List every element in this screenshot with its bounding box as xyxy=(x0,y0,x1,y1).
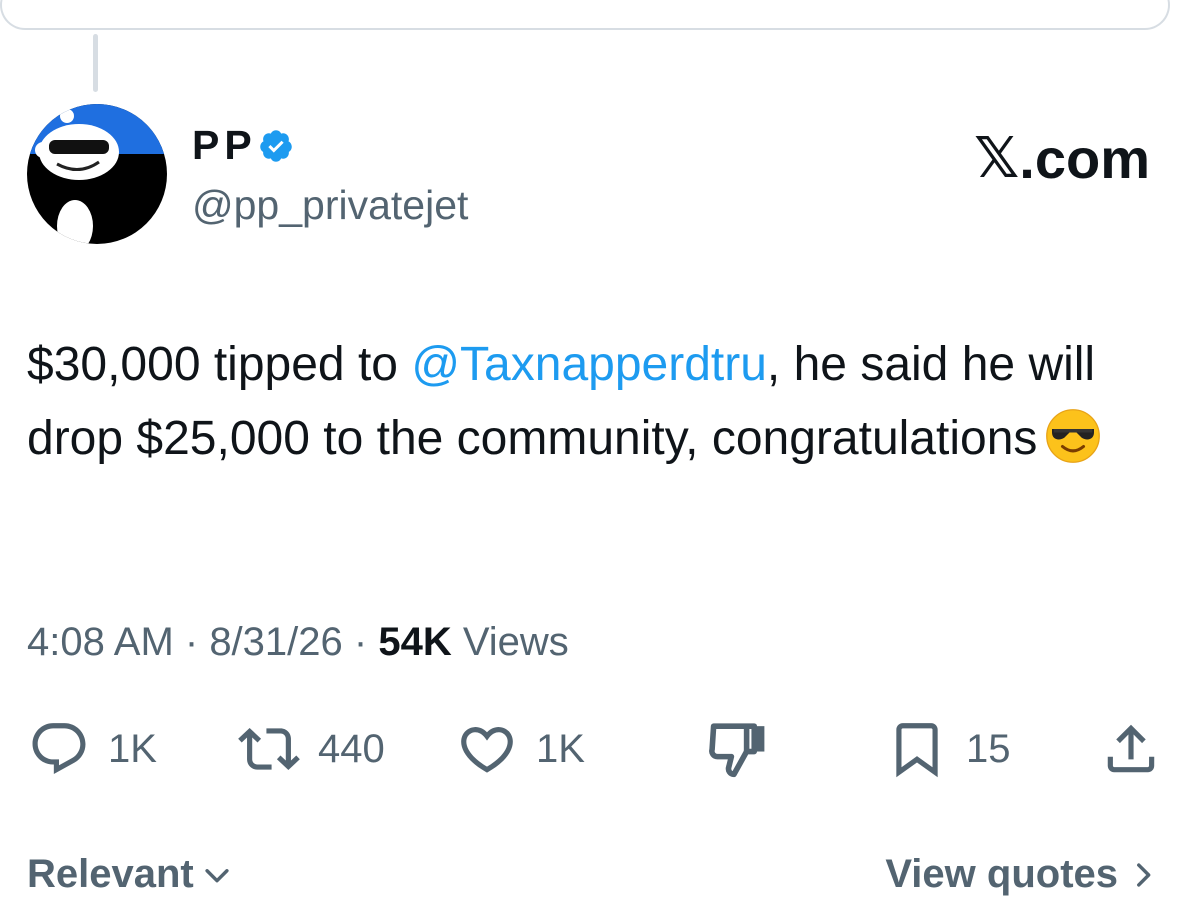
thread-connector-line xyxy=(93,34,98,92)
site-logo-suffix: .com xyxy=(1019,127,1150,190)
speech-bubble-icon xyxy=(32,723,86,775)
like-button[interactable]: 1K xyxy=(456,718,585,780)
mention-link[interactable]: @Taxnapperdtru xyxy=(411,338,767,391)
verified-badge-icon xyxy=(259,129,292,162)
meta-separator: · xyxy=(342,620,379,664)
tweet-text-part-1: $30,000 tipped to xyxy=(27,338,412,391)
sort-dropdown[interactable]: Relevant xyxy=(27,852,234,897)
chevron-right-icon xyxy=(1137,862,1151,887)
avatar-mascot-image xyxy=(27,104,167,244)
thumbs-down-icon xyxy=(709,723,765,778)
heart-icon xyxy=(461,727,513,773)
x-logo-icon: 𝕏 xyxy=(974,126,1020,191)
meta-separator: · xyxy=(173,620,210,664)
site-logo: 𝕏 .com xyxy=(974,126,1150,191)
view-quotes-label: View quotes xyxy=(885,852,1118,896)
dislike-button[interactable] xyxy=(706,718,772,780)
tweet-meta: 4:08 AM · 8/31/26 · 54K Views xyxy=(27,620,569,665)
repost-arrows-icon xyxy=(238,728,300,770)
repost-button[interactable]: 440 xyxy=(238,718,385,780)
tweet-date[interactable]: 8/31/26 xyxy=(209,620,342,665)
bookmark-button[interactable]: 15 xyxy=(886,718,1011,780)
views-count: 54K xyxy=(378,620,452,664)
tweet-text: $30,000 tipped to @Taxnapperdtru, he sai… xyxy=(27,328,1177,476)
like-count: 1K xyxy=(536,726,585,771)
bookmark-icon xyxy=(896,723,938,778)
display-name[interactable]: PP xyxy=(192,122,257,169)
share-button[interactable] xyxy=(1100,718,1162,780)
bookmark-count: 15 xyxy=(966,726,1011,771)
reply-button[interactable]: 1K xyxy=(28,718,157,780)
author-handle[interactable]: @pp_privatejet xyxy=(192,182,468,229)
tweet-time[interactable]: 4:08 AM xyxy=(27,620,174,665)
sort-label: Relevant xyxy=(27,852,194,896)
view-quotes-link[interactable]: View quotes xyxy=(885,852,1160,897)
author-name-row[interactable]: PP xyxy=(192,122,294,169)
views-label: Views xyxy=(451,620,569,664)
sunglasses-emoji-icon xyxy=(1046,409,1101,463)
reply-count: 1K xyxy=(108,726,157,771)
chevron-down-icon xyxy=(205,868,229,882)
repost-count: 440 xyxy=(318,726,385,771)
share-upload-icon xyxy=(1107,724,1155,773)
avatar[interactable] xyxy=(27,104,167,244)
quoted-tweet-card-edge[interactable] xyxy=(0,0,1170,30)
